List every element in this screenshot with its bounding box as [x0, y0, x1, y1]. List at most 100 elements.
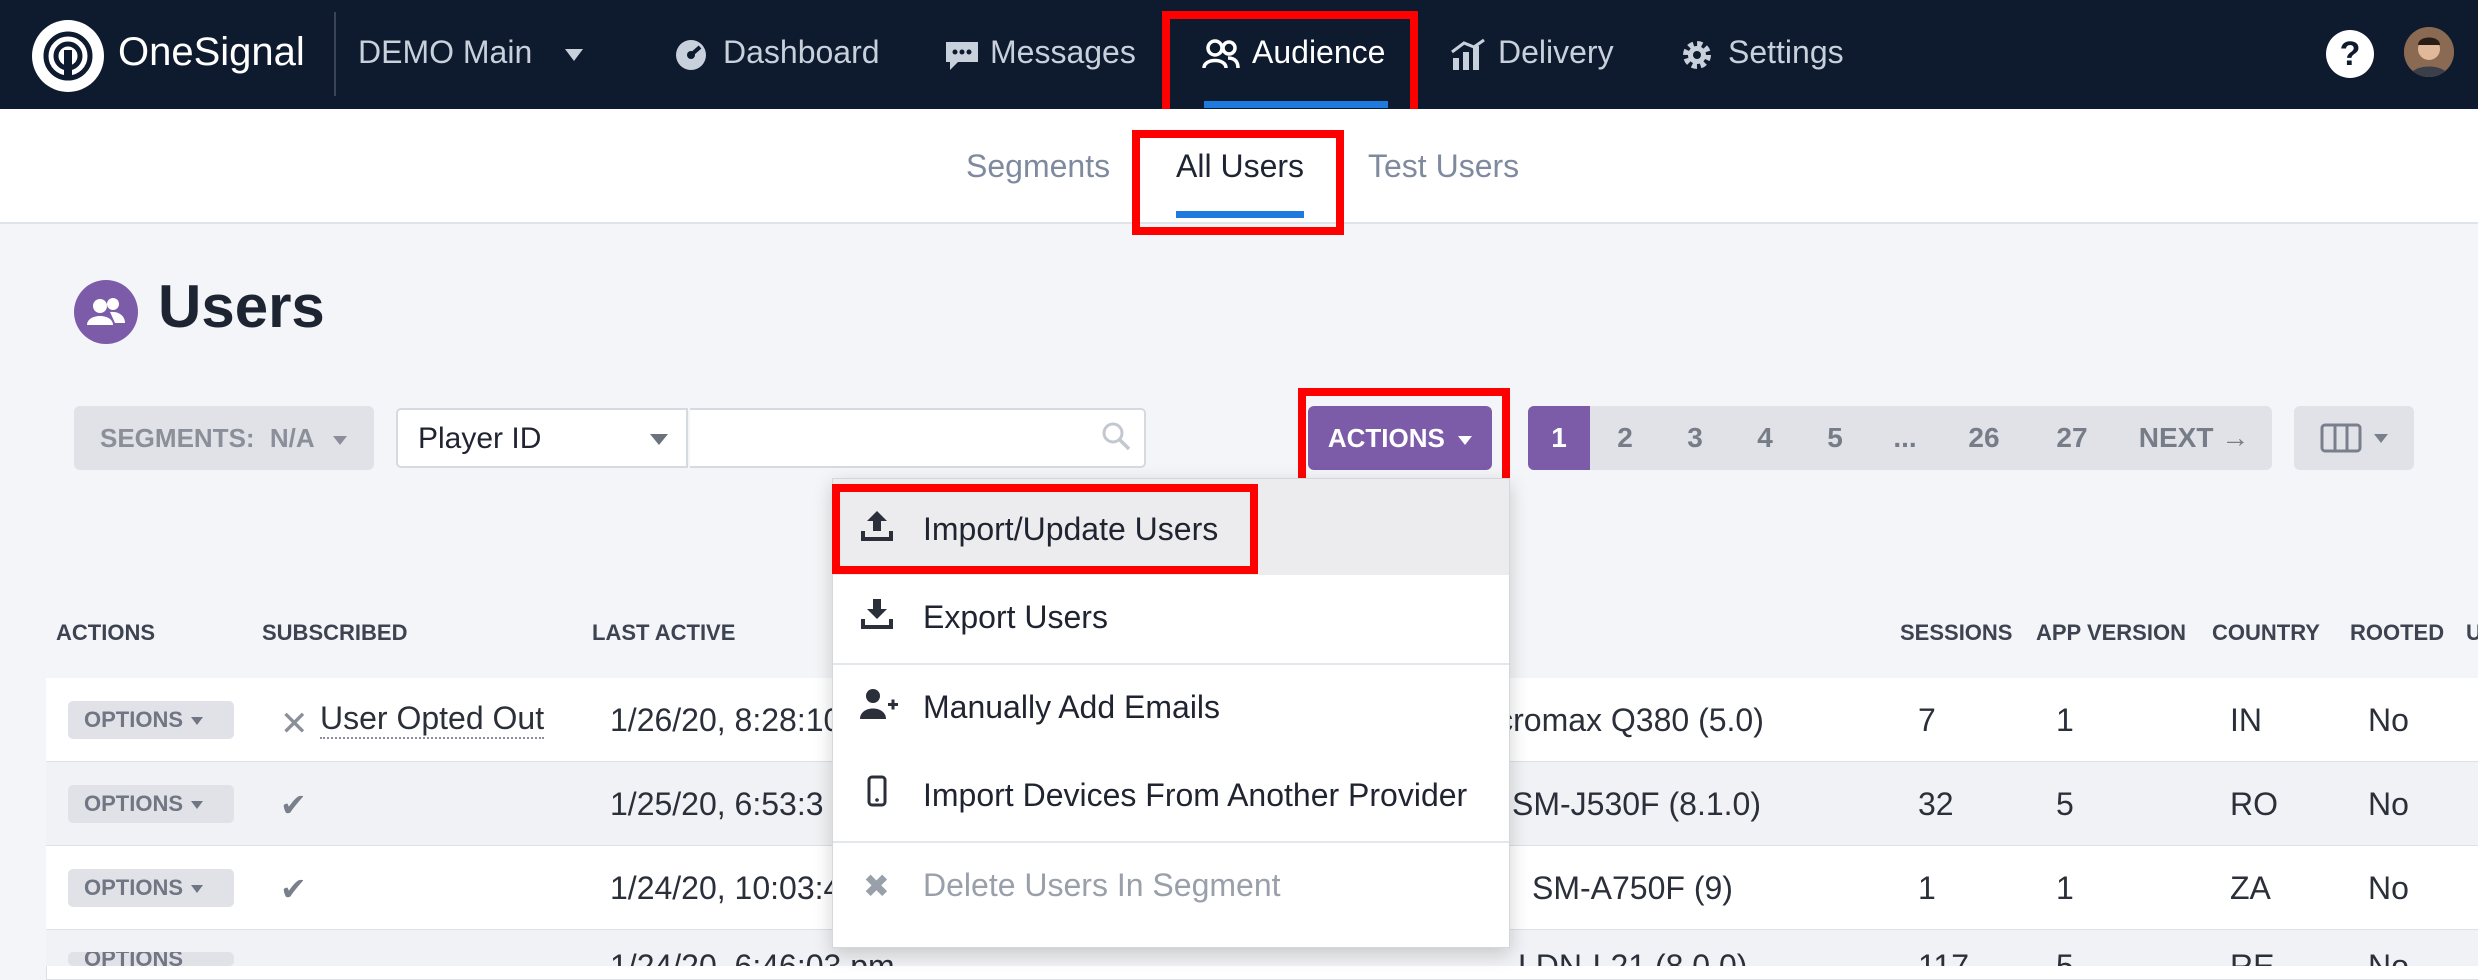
row-options-label: OPTIONS — [84, 791, 184, 816]
country-value: ZA — [2230, 870, 2271, 906]
menu-item-export-users[interactable]: Export Users — [833, 575, 1509, 665]
segments-filter-value: N/A — [269, 423, 314, 453]
page-ellipsis: ... — [1893, 422, 1917, 453]
brand-name: OneSignal — [118, 30, 305, 74]
user-avatar[interactable] — [2404, 27, 2454, 77]
app-version-value: 1 — [2056, 870, 2074, 906]
column-header-sessions[interactable]: SESSIONS — [1900, 620, 2012, 646]
segments-filter-button[interactable]: SEGMENTS: N/A — [74, 406, 374, 470]
page-27-button[interactable]: 27 — [2028, 406, 2116, 470]
chevron-down-icon — [650, 434, 668, 445]
app-selector[interactable]: DEMO Main — [358, 34, 584, 71]
page-26-button[interactable]: 26 — [1940, 406, 2028, 470]
row-options-button[interactable]: OPTIONS — [68, 785, 234, 823]
nav-item-delivery[interactable]: Delivery — [1498, 34, 1614, 71]
chevron-down-icon — [191, 801, 204, 810]
subscribed-status[interactable]: User Opted Out — [320, 700, 545, 739]
menu-item-label: Manually Add Emails — [923, 689, 1221, 725]
menu-item-label: Import Devices From Another Provider — [923, 777, 1468, 813]
field-select[interactable]: Player ID — [396, 408, 688, 468]
help-icon[interactable]: ? — [2326, 30, 2374, 78]
delivery-icon — [1450, 38, 1486, 77]
close-icon: ✖ — [863, 868, 890, 904]
app-version-value: 1 — [2056, 702, 2074, 738]
dashboard-icon — [674, 38, 708, 77]
menu-item-import-devices[interactable]: Import Devices From Another Provider — [833, 753, 1509, 843]
rooted-value: No — [2368, 786, 2409, 822]
column-header-country[interactable]: COUNTRY — [2212, 620, 2320, 646]
chevron-down-icon — [191, 717, 204, 726]
column-header-subscribed[interactable]: SUBSCRIBED — [262, 620, 407, 646]
page-1-button[interactable]: 1 — [1528, 406, 1590, 470]
row-options-label: OPTIONS — [84, 875, 184, 900]
opted-out-icon: ✕ — [280, 705, 309, 743]
annotation-highlight-all-users — [1132, 130, 1344, 235]
users-icon — [74, 280, 138, 344]
columns-icon — [2320, 423, 2362, 458]
rooted-value: No — [2368, 870, 2409, 906]
tab-segments[interactable]: Segments — [966, 148, 1110, 185]
field-select-value: Player ID — [418, 422, 542, 455]
row-options-button[interactable]: OPTIONS — [68, 701, 234, 739]
nav-item-messages[interactable]: Messages — [990, 34, 1136, 71]
download-icon — [859, 597, 899, 637]
onesignal-logo-icon[interactable] — [32, 20, 104, 92]
device-value: LDN-L21 (8.0.0) — [1518, 948, 1748, 966]
country-value: RE — [2230, 948, 2275, 966]
next-page-button[interactable]: NEXT → — [2116, 406, 2272, 470]
row-options-label: OPTIONS — [84, 952, 184, 966]
device-value: SM-J530F (8.1.0) — [1512, 786, 1761, 822]
page-4-button[interactable]: 4 — [1730, 406, 1800, 470]
last-active-value: 1/25/20, 6:53:3 — [610, 786, 824, 822]
column-header-app-version[interactable]: APP VERSION — [2036, 620, 2186, 646]
menu-item-label: Delete Users In Segment — [923, 867, 1281, 903]
app-version-value: 5 — [2056, 948, 2074, 966]
messages-icon — [944, 40, 980, 77]
chevron-down-icon — [191, 885, 204, 894]
country-value: IN — [2230, 702, 2262, 738]
column-header-truncated[interactable]: U — [2466, 620, 2478, 646]
chevron-down-icon — [565, 48, 584, 61]
row-options-button[interactable]: OPTIONS — [68, 869, 234, 907]
column-header-actions[interactable]: ACTIONS — [56, 620, 155, 646]
chevron-down-icon — [2374, 434, 2388, 443]
gear-icon — [1680, 38, 1714, 77]
page-3-button[interactable]: 3 — [1660, 406, 1730, 470]
brand-divider — [334, 12, 336, 96]
row-options-label: OPTIONS — [84, 707, 184, 732]
sessions-value: 117 — [1918, 948, 1970, 966]
app-version-value: 5 — [2056, 786, 2074, 822]
column-header-last-active[interactable]: LAST ACTIVE — [592, 620, 735, 646]
subscribed-check-icon: ✔ — [280, 871, 307, 907]
subscribed-check-icon: ✔ — [280, 787, 307, 823]
page-title: Users — [158, 273, 325, 340]
column-header-rooted[interactable]: ROOTED — [2350, 620, 2444, 646]
last-active-value: 1/24/20, 10:03:4 — [610, 870, 842, 906]
nav-item-dashboard[interactable]: Dashboard — [723, 34, 880, 71]
sessions-value: 32 — [1918, 786, 1954, 822]
search-input[interactable] — [690, 408, 1146, 468]
menu-item-manually-add-emails[interactable]: Manually Add Emails — [833, 665, 1509, 753]
sessions-value: 1 — [1918, 870, 1936, 906]
app-selector-label: DEMO Main — [358, 34, 533, 70]
add-user-icon — [859, 687, 899, 727]
last-active-value: 1/26/20, 8:28:10 — [610, 702, 842, 738]
last-active-value: 1/24/20, 6:46:03 pm — [610, 948, 895, 966]
rooted-value: No — [2368, 702, 2409, 738]
row-options-button[interactable]: OPTIONS — [68, 952, 234, 966]
chevron-down-icon — [332, 435, 347, 445]
device-value: SM-A750F (9) — [1532, 870, 1733, 906]
menu-item-delete-users-in-segment: ✖ Delete Users In Segment — [833, 843, 1509, 931]
columns-button[interactable] — [2294, 406, 2414, 470]
nav-item-settings[interactable]: Settings — [1728, 34, 1844, 71]
page-2-button[interactable]: 2 — [1590, 406, 1660, 470]
rooted-value: No — [2368, 948, 2409, 966]
tab-test-users[interactable]: Test Users — [1368, 148, 1519, 185]
annotation-highlight-audience — [1162, 11, 1418, 118]
menu-item-label: Export Users — [923, 599, 1108, 635]
annotation-highlight-import-update-users — [832, 484, 1258, 574]
page-5-button[interactable]: 5 — [1800, 406, 1870, 470]
sessions-value: 7 — [1918, 702, 1936, 738]
search-icon — [1100, 420, 1132, 457]
country-value: RO — [2230, 786, 2278, 822]
